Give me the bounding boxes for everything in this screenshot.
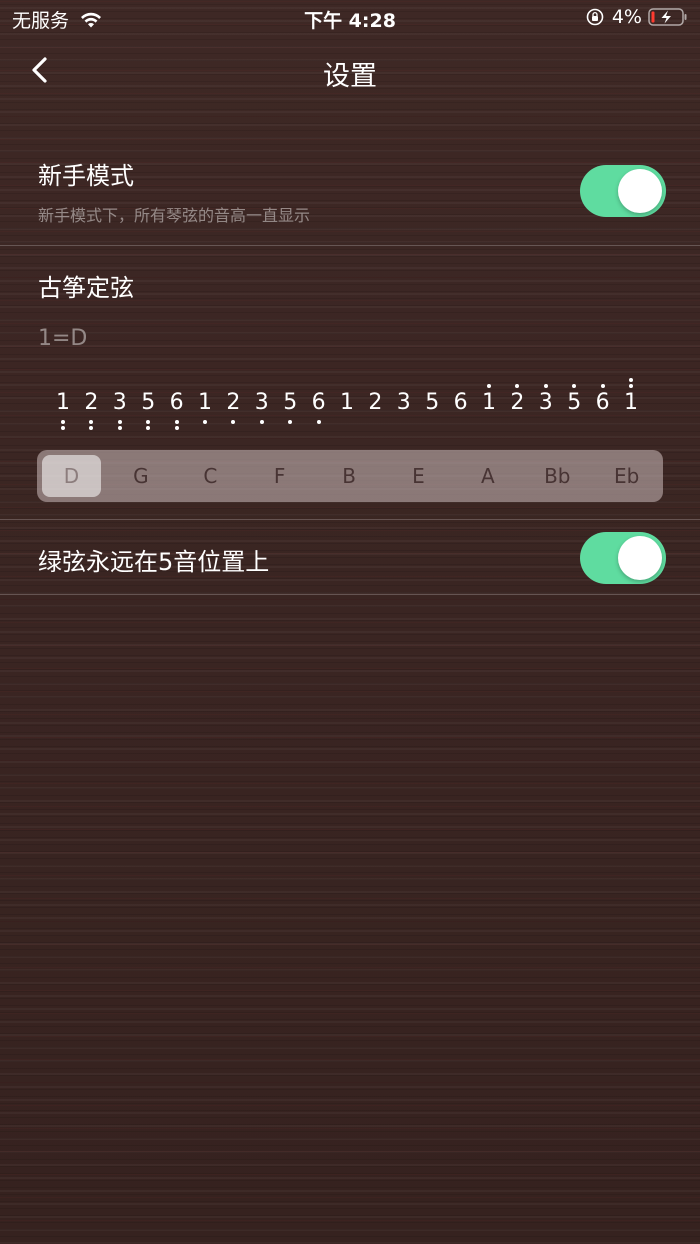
key-option-e[interactable]: E	[389, 455, 448, 497]
string-note: 5	[417, 374, 447, 434]
key-option-b[interactable]: B	[320, 455, 379, 497]
beginner-mode-title: 新手模式	[38, 162, 134, 190]
key-option-c[interactable]: C	[181, 455, 240, 497]
string-note: 3	[531, 374, 561, 434]
octave-dot-above	[600, 384, 605, 388]
octave-dot-above	[487, 384, 491, 388]
string-note: 1	[616, 374, 646, 434]
key-option-g[interactable]: G	[111, 455, 170, 497]
string-note: 3	[105, 374, 135, 434]
octave-dot-below	[203, 420, 207, 424]
key-option-a[interactable]: A	[458, 455, 517, 497]
note-digit: 6	[169, 390, 184, 415]
octave-dot-below	[174, 426, 179, 430]
green-string-title: 绿弦永远在5音位置上	[38, 548, 270, 576]
string-note: 5	[559, 374, 589, 434]
octave-dot-below	[231, 420, 236, 424]
battery-percent: 4%	[611, 6, 642, 28]
string-note: 5	[133, 374, 163, 434]
string-note: 6	[162, 374, 192, 434]
note-digit: 5	[141, 390, 156, 415]
string-note: 2	[218, 374, 248, 434]
note-digit: 3	[538, 390, 553, 415]
note-digit: 6	[453, 390, 468, 415]
note-digit: 2	[84, 390, 99, 415]
nav-bar: 设置	[0, 44, 700, 100]
string-note: 1	[190, 374, 220, 434]
octave-dot-below	[259, 420, 264, 424]
octave-dot-below	[89, 420, 94, 424]
tuning-strings-row: 123561235612356123561	[48, 374, 648, 434]
note-digit: 6	[311, 390, 326, 415]
key-option-d[interactable]: D	[42, 455, 101, 497]
octave-dot-above	[629, 378, 633, 382]
octave-dot-below	[89, 426, 94, 430]
note-digit: 3	[112, 390, 127, 415]
note-digit: 1	[198, 390, 212, 415]
string-note: 1	[332, 374, 362, 434]
note-digit: 3	[254, 390, 269, 415]
string-note: 2	[360, 374, 390, 434]
status-bar: 无服务 下午 4:28 4%	[0, 0, 700, 36]
note-digit: 5	[283, 390, 298, 415]
octave-dot-below	[146, 426, 151, 430]
octave-dot-below	[117, 420, 122, 424]
string-note: 3	[247, 374, 277, 434]
divider	[0, 245, 700, 246]
note-digit: 5	[425, 390, 440, 415]
tuning-key-label: 1=D	[38, 326, 88, 351]
key-option-eb[interactable]: Eb	[597, 455, 656, 497]
string-note: 6	[304, 374, 334, 434]
octave-dot-below	[174, 420, 179, 424]
beginner-mode-toggle[interactable]	[580, 165, 666, 217]
octave-dot-above	[543, 384, 548, 388]
note-digit: 2	[226, 390, 241, 415]
toggle-knob	[618, 536, 662, 580]
note-digit: 1	[624, 390, 638, 415]
note-digit: 3	[396, 390, 411, 415]
note-digit: 1	[56, 390, 70, 415]
octave-dot-above	[572, 384, 577, 388]
status-right: 4%	[586, 6, 688, 28]
toggle-knob	[618, 169, 662, 213]
string-note: 1	[474, 374, 504, 434]
beginner-mode-subtitle: 新手模式下，所有琴弦的音高一直显示	[38, 206, 311, 225]
string-note: 2	[76, 374, 106, 434]
string-note: 6	[588, 374, 618, 434]
octave-dot-above	[515, 384, 520, 388]
tuning-title: 古筝定弦	[38, 274, 134, 302]
divider	[0, 519, 700, 520]
octave-dot-above	[629, 384, 633, 388]
note-digit: 2	[368, 390, 383, 415]
note-digit: 2	[510, 390, 525, 415]
string-note: 3	[389, 374, 419, 434]
note-digit: 5	[567, 390, 582, 415]
green-string-toggle[interactable]	[580, 532, 666, 584]
string-note: 5	[275, 374, 305, 434]
page-title: 设置	[323, 61, 377, 92]
divider	[0, 594, 700, 595]
note-digit: 1	[482, 390, 496, 415]
orientation-lock-icon	[586, 8, 604, 26]
octave-dot-below	[288, 420, 293, 424]
note-digit: 6	[595, 390, 610, 415]
battery-charging-icon	[648, 8, 687, 26]
octave-dot-below	[146, 420, 151, 424]
octave-dot-below	[61, 426, 65, 430]
octave-dot-below	[61, 420, 65, 424]
octave-dot-below	[117, 426, 122, 430]
string-note: 6	[446, 374, 476, 434]
key-selector: D G C F B E A Bb Eb	[37, 450, 663, 502]
octave-dot-below	[316, 420, 321, 424]
string-note: 1	[48, 374, 78, 434]
string-note: 2	[502, 374, 532, 434]
key-option-f[interactable]: F	[250, 455, 309, 497]
note-digit: 1	[340, 390, 354, 415]
key-option-bb[interactable]: Bb	[528, 455, 587, 497]
